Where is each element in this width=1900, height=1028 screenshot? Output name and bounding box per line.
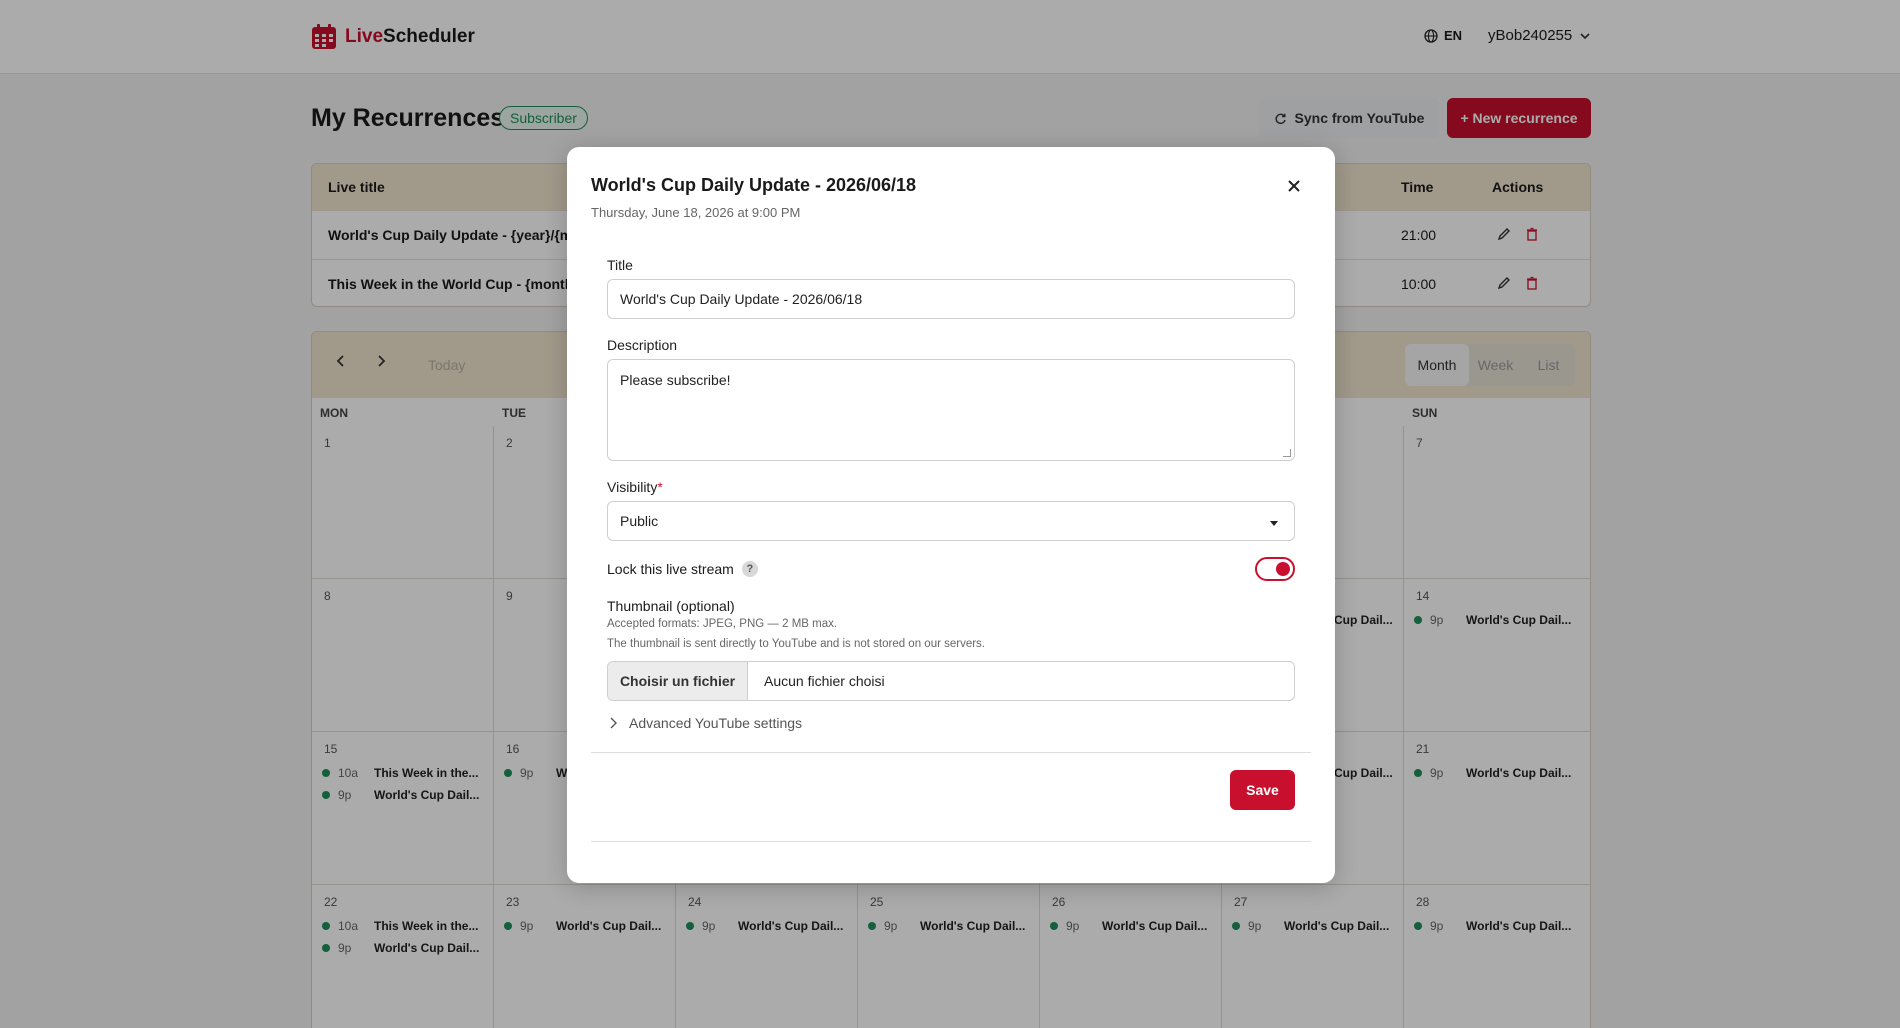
footer-divider xyxy=(591,752,1311,753)
visibility-label-text: Visibility xyxy=(607,479,658,495)
visibility-value: Public xyxy=(620,513,659,529)
help-icon[interactable]: ? xyxy=(741,561,758,577)
lock-stream-row: Lock this live stream ? xyxy=(607,561,758,577)
bottom-divider xyxy=(591,841,1311,842)
thumbnail-storage-help: The thumbnail is sent directly to YouTub… xyxy=(607,638,986,650)
description-textarea[interactable]: Please subscribe! xyxy=(607,359,1295,461)
close-icon[interactable] xyxy=(1286,178,1302,194)
thumbnail-formats-help: Accepted formats: JPEG, PNG — 2 MB max. xyxy=(607,618,838,630)
caret-down-icon xyxy=(1270,521,1278,526)
thumbnail-file-input[interactable]: Choisir un fichier Aucun fichier choisi xyxy=(607,661,1295,701)
description-label: Description xyxy=(607,337,678,353)
lock-toggle[interactable] xyxy=(1255,557,1295,581)
resize-grip-icon[interactable] xyxy=(1283,449,1291,457)
modal-title: World's Cup Daily Update - 2026/06/18 xyxy=(591,175,917,195)
visibility-select[interactable]: Public xyxy=(607,501,1295,541)
required-marker: * xyxy=(657,479,663,495)
edit-event-modal: World's Cup Daily Update - 2026/06/18 Th… xyxy=(567,147,1335,883)
save-button[interactable]: Save xyxy=(1230,770,1295,810)
advanced-label: Advanced YouTube settings xyxy=(629,715,803,731)
toggle-knob xyxy=(1276,562,1290,576)
choose-file-button[interactable]: Choisir un fichier xyxy=(608,662,748,700)
thumbnail-label: Thumbnail (optional) xyxy=(607,598,735,614)
title-label: Title xyxy=(607,257,633,273)
modal-subtitle: Thursday, June 18, 2026 at 9:00 PM xyxy=(591,205,801,220)
lock-label: Lock this live stream xyxy=(607,561,734,577)
title-input[interactable]: World's Cup Daily Update - 2026/06/18 xyxy=(607,279,1295,319)
visibility-label: Visibility* xyxy=(607,479,663,495)
advanced-settings-toggle[interactable]: Advanced YouTube settings xyxy=(609,715,802,731)
file-status: Aucun fichier choisi xyxy=(764,673,885,689)
description-text: Please subscribe! xyxy=(620,372,731,388)
chevron-right-icon xyxy=(610,717,617,729)
